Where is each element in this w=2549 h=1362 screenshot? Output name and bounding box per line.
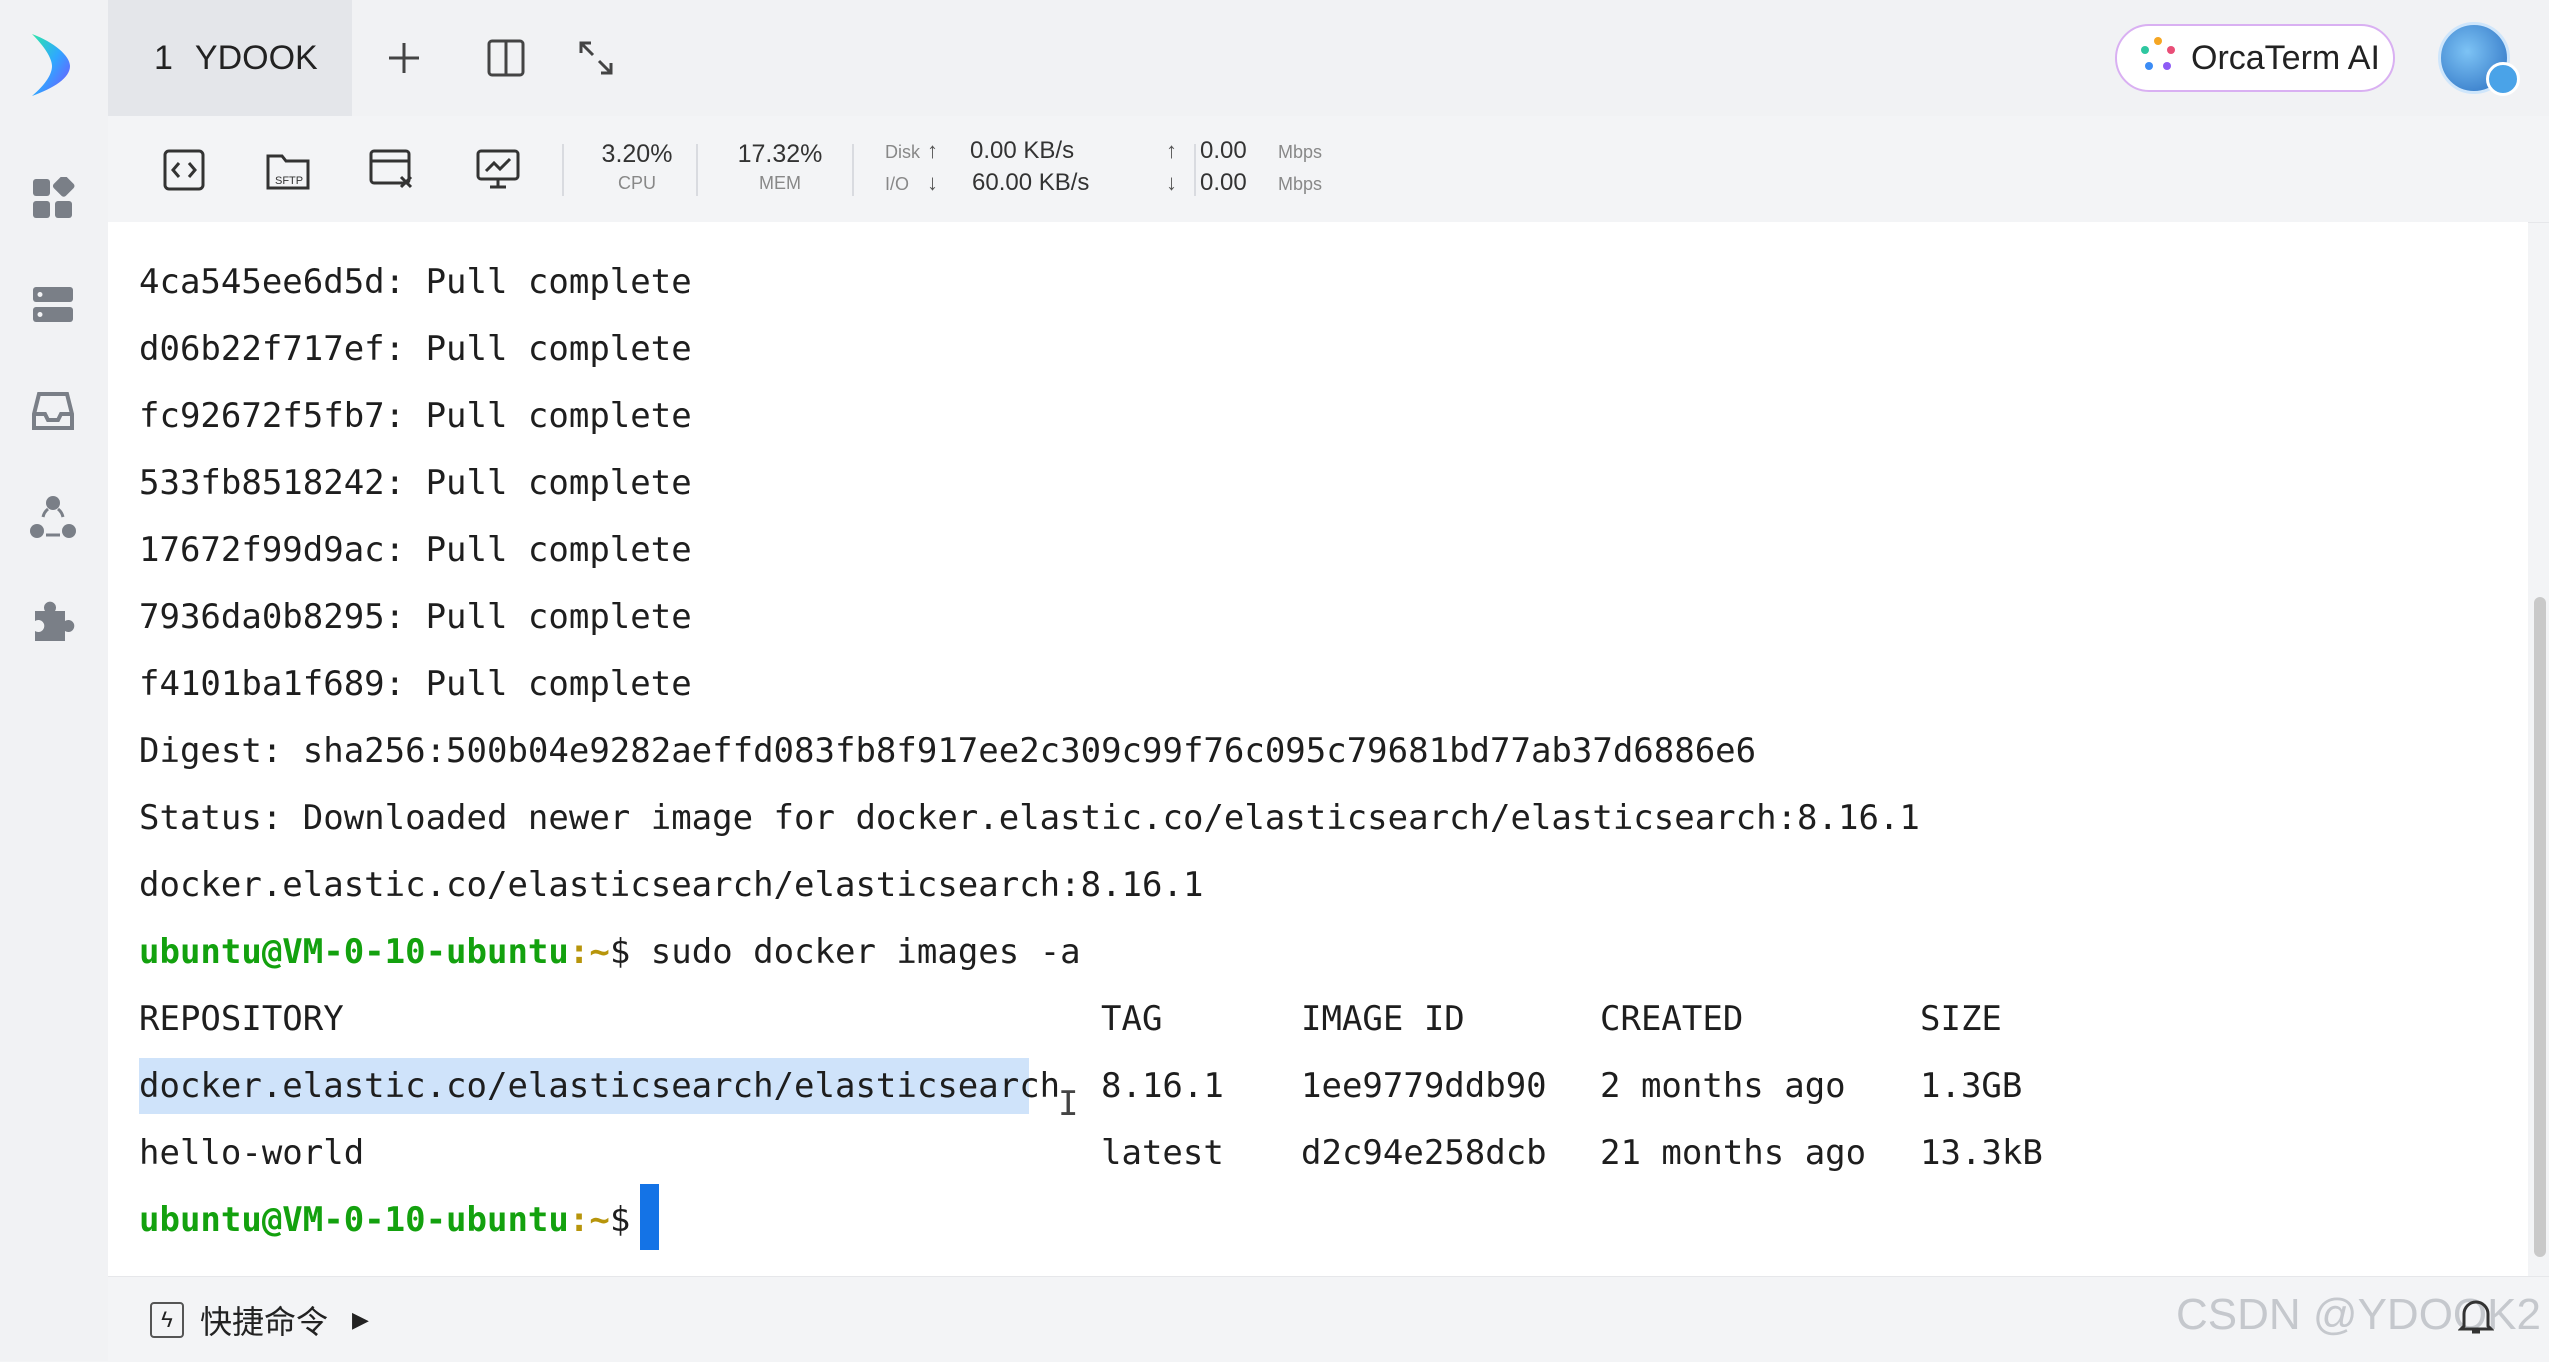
mem-label: MEM bbox=[759, 173, 801, 193]
prompt-command: sudo docker images -a bbox=[630, 932, 1081, 972]
net-down-unit: Mbps bbox=[1278, 174, 1323, 194]
net-down-value: 0.00 bbox=[1200, 169, 1247, 196]
terminal-line: d06b22f717ef: Pull complete bbox=[139, 329, 692, 369]
app-logo-icon bbox=[24, 28, 80, 100]
quick-commands-button[interactable]: ϟ 快捷命令 ▶ bbox=[150, 1297, 369, 1343]
split-view-icon[interactable] bbox=[478, 30, 534, 86]
monitor-icon[interactable] bbox=[470, 142, 526, 198]
command-prompt-line: ubuntu@VM-0-10-ubuntu:~$ sudo docker ima… bbox=[139, 932, 1081, 972]
new-tab-icon[interactable] bbox=[376, 30, 432, 86]
table-header-repository: REPOSITORY bbox=[139, 999, 344, 1039]
lightning-icon: ϟ bbox=[150, 1302, 184, 1338]
plugin-icon[interactable] bbox=[26, 594, 80, 648]
disk-read-arrow-icon: ↑ bbox=[927, 138, 938, 163]
disk-write-value: 60.00 KB/s bbox=[972, 169, 1090, 196]
disk-label: Disk bbox=[885, 142, 920, 162]
terminal-line: 533fb8518242: Pull complete bbox=[139, 463, 692, 503]
net-up-arrow-icon: ↑ bbox=[1166, 138, 1177, 163]
table-header-created: CREATED bbox=[1600, 999, 1744, 1039]
orcaterm-ai-label: OrcaTerm AI bbox=[2191, 38, 2380, 77]
prompt-path: :~ bbox=[568, 932, 610, 972]
prompt-path: :~ bbox=[568, 1200, 610, 1240]
notification-bell-icon[interactable] bbox=[2457, 1296, 2495, 1341]
table-cell-size: 13.3kB bbox=[1920, 1133, 2043, 1173]
table-cell-created: 21 months ago bbox=[1600, 1133, 1867, 1173]
table-header-size: SIZE bbox=[1920, 999, 2002, 1039]
session-tab[interactable]: 1 YDOOK bbox=[108, 0, 352, 116]
terminal-line: Status: Downloaded newer image for docke… bbox=[139, 798, 1920, 838]
io-label: I/O bbox=[885, 174, 910, 194]
table-cell-tag: 8.16.1 bbox=[1101, 1066, 1224, 1106]
prompt-symbol: $ bbox=[609, 1200, 631, 1240]
terminal-line: 4ca545ee6d5d: Pull complete bbox=[139, 262, 692, 302]
table-header-image-id: IMAGE ID bbox=[1301, 999, 1465, 1039]
terminal[interactable]: 4ca545ee6d5d: Pull complete d06b22f717ef… bbox=[108, 222, 2546, 1276]
file-transfer-icon[interactable] bbox=[364, 142, 420, 198]
terminal-line: docker.elastic.co/elasticsearch/elastics… bbox=[139, 865, 1204, 905]
divider bbox=[562, 144, 564, 196]
table-cell-tag: latest bbox=[1101, 1133, 1224, 1173]
text-cursor-icon: I bbox=[1058, 1084, 1079, 1124]
servers-icon[interactable] bbox=[26, 278, 80, 332]
terminal-line: f4101ba1f689: Pull complete bbox=[139, 664, 692, 704]
active-prompt-line: ubuntu@VM-0-10-ubuntu:~$ bbox=[139, 1200, 630, 1240]
dashboard-icon[interactable] bbox=[26, 172, 80, 226]
terminal-scrollbar[interactable] bbox=[2534, 597, 2546, 1257]
ai-sparkle-icon bbox=[2139, 35, 2177, 82]
net-up-value: 0.00 bbox=[1200, 137, 1247, 164]
disk-write-arrow-icon: ↓ bbox=[927, 170, 938, 195]
fullscreen-icon[interactable] bbox=[568, 30, 624, 86]
terminal-line: fc92672f5fb7: Pull complete bbox=[139, 396, 692, 436]
table-cell-size: 1.3GB bbox=[1920, 1066, 2023, 1106]
divider bbox=[1194, 144, 1196, 196]
mem-value: 17.32% bbox=[737, 140, 823, 168]
terminal-line: 7936da0b8295: Pull complete bbox=[139, 597, 692, 637]
table-cell-repository: hello-world bbox=[139, 1133, 365, 1173]
net-up-unit: Mbps bbox=[1278, 142, 1323, 162]
terminal-line: 17672f99d9ac: Pull complete bbox=[139, 530, 692, 570]
prompt-user: ubuntu@VM-0-10-ubuntu bbox=[139, 1200, 569, 1240]
table-cell-image-id: 1ee9779ddb90 bbox=[1301, 1066, 1547, 1106]
top-bar: 1 YDOOK OrcaTerm AI bbox=[108, 0, 2549, 116]
network-share-icon[interactable] bbox=[26, 490, 80, 544]
terminal-line: Digest: sha256:500b04e9282aeffd083fb8f91… bbox=[139, 731, 1757, 771]
mem-metric: 17.32% MEM bbox=[718, 140, 842, 194]
prompt-symbol: $ bbox=[609, 932, 631, 972]
sftp-icon[interactable]: SFTP bbox=[260, 142, 316, 198]
divider bbox=[852, 144, 854, 196]
disk-read-value: 0.00 KB/s bbox=[970, 137, 1075, 164]
code-editor-icon[interactable] bbox=[156, 142, 212, 198]
orcaterm-ai-button[interactable]: OrcaTerm AI bbox=[2115, 24, 2395, 92]
table-cell-created: 2 months ago bbox=[1600, 1066, 1846, 1106]
stats-bar: SFTP 3.20% CPU 17.32% MEM Disk I/O ↑ ↓ 0… bbox=[108, 116, 2549, 223]
left-rail bbox=[0, 0, 109, 1361]
table-cell-image-id: d2c94e258dcb bbox=[1301, 1133, 1547, 1173]
quick-commands-label: 快捷命令 bbox=[200, 1304, 329, 1340]
table-header-tag: TAG bbox=[1101, 999, 1163, 1039]
storage-icon[interactable] bbox=[26, 384, 80, 438]
cpu-metric: 3.20% CPU bbox=[582, 140, 692, 194]
prompt-user: ubuntu@VM-0-10-ubuntu bbox=[139, 932, 569, 972]
net-down-arrow-icon: ↓ bbox=[1166, 170, 1177, 195]
svg-text:SFTP: SFTP bbox=[275, 175, 303, 187]
avatar-badge-icon bbox=[2486, 62, 2520, 96]
terminal-cursor bbox=[640, 1184, 659, 1250]
divider bbox=[696, 144, 698, 196]
session-tab-name: YDOOK bbox=[194, 38, 318, 77]
cpu-value: 3.20% bbox=[601, 140, 673, 168]
cpu-label: CPU bbox=[617, 173, 656, 193]
table-row-repository-selected[interactable]: docker.elastic.co/elasticsearch/elastics… bbox=[139, 1058, 1060, 1114]
session-tab-number: 1 bbox=[154, 38, 173, 77]
expand-triangle-icon: ▶ bbox=[352, 1307, 369, 1332]
